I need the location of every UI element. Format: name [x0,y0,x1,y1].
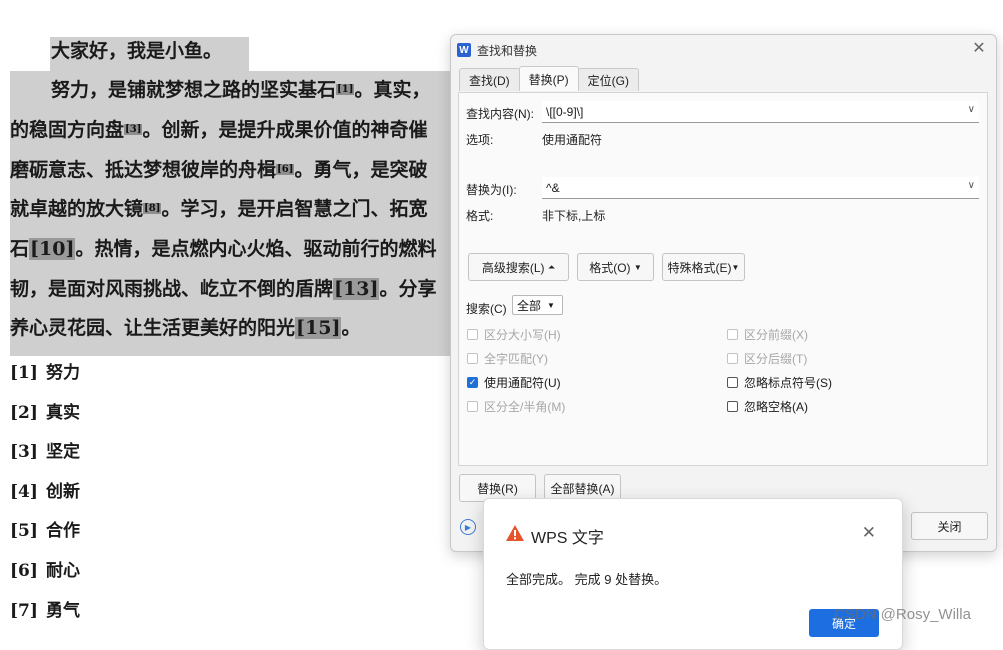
footnote-item: [4] 创新 [10,482,80,502]
footnote-item: [5] 合作 [10,521,80,541]
footnote-item: [3] 坚定 [10,442,80,462]
replace-value: ^& [546,180,560,195]
find-replace-dialog: W 查找和替换 ✕ 查找(D) 替换(P) 定位(G) 查找内容(N): \[[… [450,34,997,552]
doc-line-4: 磨砺意志、抵达梦想彼岸的舟楫[6]。勇气，是突破 [10,159,428,181]
dropdown-arrow-icon: ▼ [731,262,740,272]
dropdown-arrow-icon: ▼ [547,300,555,310]
message-box: WPS 文字 ✕ 全部完成。 完成 9 处替换。 确定 [483,498,903,650]
doc-line-8: 养心灵花园、让生活更美好的阳光[15]。 [10,317,361,339]
message-text: 全部完成。 完成 9 处替换。 [506,572,668,587]
ignore-punct-checkbox[interactable]: 忽略标点符号(S) [727,374,832,391]
help-icon[interactable]: ▶ [460,519,476,535]
width-checkbox[interactable]: 区分全/半角(M) [467,398,565,415]
match-case-checkbox[interactable]: 区分大小写(H) [467,326,561,343]
find-input[interactable]: \[[0-9]\] ∨ [542,101,979,123]
checkbox-icon [467,401,478,412]
doc-line-2: 努力，是铺就梦想之路的坚实基石[1]。真实， [51,79,431,101]
tab-goto[interactable]: 定位(G) [577,68,639,91]
superscript-ref: [6] [276,164,295,175]
doc-line-7: 韧，是面对风雨挑战、屹立不倒的盾牌[13]。分享 [10,278,437,300]
checkbox-icon [727,329,738,340]
message-title: WPS 文字 [531,530,604,547]
dropdown-arrow-icon: ▼ [633,262,642,272]
bracket-ref: [10] [29,238,76,260]
options-label: 选项: [466,133,494,147]
doc-line-3: 的稳固方向盘[3]。创新，是提升成果价值的神奇催 [10,119,428,141]
checkbox-icon [467,353,478,364]
search-scope-select[interactable]: 全部 ▼ [512,295,563,315]
tab-replace[interactable]: 替换(P) [518,66,579,91]
footnote-item: [6] 耐心 [10,561,80,581]
checkbox-icon [467,329,478,340]
dialog-tabs: 查找(D) 替换(P) 定位(G) [459,66,639,91]
watermark: CSDN @Rosy_Willa [834,606,971,623]
format-label: 格式: [466,209,494,223]
format-button[interactable]: 格式(O) ▼ [577,253,654,281]
close-icon[interactable]: ✕ [862,523,876,543]
find-label: 查找内容(N): [466,107,534,121]
checkbox-icon [727,353,738,364]
prefix-checkbox[interactable]: 区分前缀(X) [727,326,808,343]
search-scope-label: 搜索(C) [466,302,507,316]
find-value: \[[0-9]\] [546,104,584,119]
format-value: 非下标,上标 [542,209,606,223]
warning-icon [506,525,524,541]
footnote-item: [1] 努力 [10,363,80,383]
checkbox-icon [727,401,738,412]
superscript-ref: [3] [124,124,143,135]
options-value: 使用通配符 [542,133,603,147]
chevron-up-icon: ⏶ [547,261,556,272]
special-format-button[interactable]: 特殊格式(E) ▼ [662,253,745,281]
dialog-title: 查找和替换 [477,43,538,58]
close-button[interactable]: 关闭 [911,512,988,540]
tab-find[interactable]: 查找(D) [459,68,520,91]
doc-line-1: 大家好，我是小鱼。 [51,40,223,62]
check-icon: ✓ [467,377,478,388]
chevron-down-icon[interactable]: ∨ [968,180,975,191]
replace-label: 替换为(I): [466,183,517,197]
wps-app-icon: W [457,43,471,57]
replace-panel: 查找内容(N): \[[0-9]\] ∨ 选项: 使用通配符 替换为(I): ^… [458,92,988,466]
bracket-ref: [15] [295,317,342,339]
bracket-ref: [13] [333,278,380,300]
whole-word-checkbox[interactable]: 全字匹配(Y) [467,350,548,367]
doc-line-6: 石[10]。热情，是点燃内心火焰、驱动前行的燃料 [10,238,437,260]
replace-input[interactable]: ^& ∨ [542,177,979,199]
chevron-down-icon[interactable]: ∨ [968,104,975,115]
footnote-item: [7] 勇气 [10,601,80,621]
advanced-search-button[interactable]: 高级搜索(L) ⏶ [468,253,569,281]
close-icon[interactable]: ✕ [970,39,988,57]
doc-line-5: 就卓越的放大镜[8]。学习，是开启智慧之门、拓宽 [10,198,428,220]
dialog-titlebar[interactable]: W 查找和替换 [457,40,537,60]
ignore-space-checkbox[interactable]: 忽略空格(A) [727,398,808,415]
suffix-checkbox[interactable]: 区分后缀(T) [727,350,807,367]
footnote-item: [2] 真实 [10,403,80,423]
superscript-ref: [8] [143,203,162,214]
superscript-ref: [1] [336,84,355,95]
checkbox-icon [727,377,738,388]
wildcards-checkbox[interactable]: ✓ 使用通配符(U) [467,374,561,391]
